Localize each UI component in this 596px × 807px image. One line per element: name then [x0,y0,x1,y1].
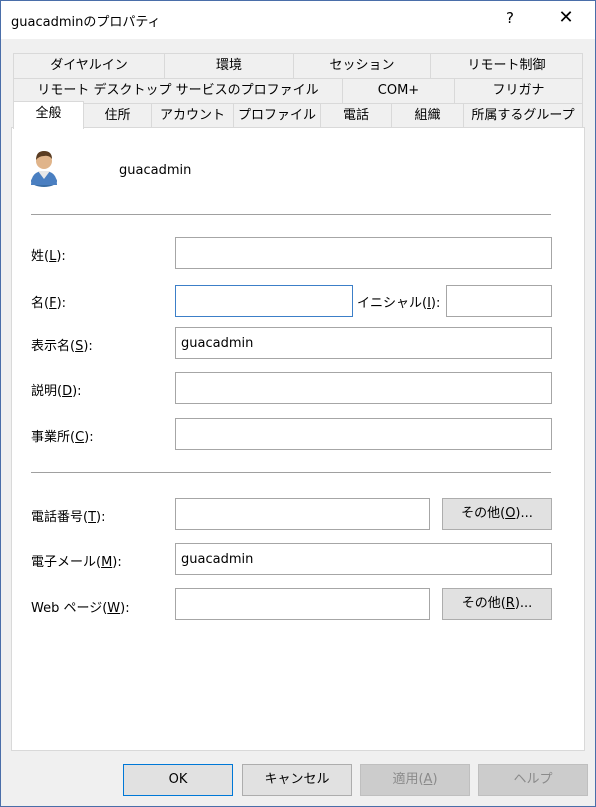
office-field[interactable] [175,418,552,450]
tab-organization[interactable]: 組織 [391,103,464,128]
close-icon[interactable]: ✕ [557,7,575,28]
display-name-field[interactable] [175,327,552,359]
tab-account[interactable]: アカウント [151,103,234,128]
initials-label: イニシャル(I): [357,296,441,311]
webpage-field[interactable] [175,588,430,620]
properties-dialog: guacadminのプロパティ ? ✕ ダイヤルイン 環境 セッション リモート… [0,0,596,807]
display-name-label: 表示名(S): [31,339,93,354]
user-icon [31,151,57,187]
window-title: guacadminのプロパティ [11,15,161,30]
tab-rds-profile[interactable]: リモート デスクトップ サービスのプロファイル [13,78,343,103]
office-label: 事業所(C): [31,430,94,445]
other-webpage-button[interactable]: その他(R)... [442,588,552,620]
first-name-label: 名(F): [31,296,67,311]
tab-furigana[interactable]: フリガナ [454,78,583,103]
tab-sessions[interactable]: セッション [293,53,431,78]
description-label: 説明(D): [31,384,82,399]
tab-telephones[interactable]: 電話 [320,103,392,128]
cancel-button[interactable]: キャンセル [242,764,352,796]
initials-field[interactable] [446,285,552,317]
last-name-label: 姓(L): [31,249,66,264]
apply-button[interactable]: 適用(A) [360,764,470,796]
title-bar: guacadminのプロパティ ? ✕ [1,1,595,39]
tab-remote-control[interactable]: リモート制御 [430,53,583,78]
account-name: guacadmin [119,163,192,178]
divider [31,214,551,215]
tab-member-of[interactable]: 所属するグループ [463,103,583,128]
email-label: 電子メール(M): [31,555,122,570]
email-field[interactable] [175,543,552,575]
divider [31,472,551,473]
webpage-label: Web ページ(W): [31,601,130,616]
tab-environment[interactable]: 環境 [164,53,294,78]
telephone-field[interactable] [175,498,430,530]
last-name-field[interactable] [175,237,552,269]
help-icon[interactable]: ? [501,9,519,27]
telephone-label: 電話番号(T): [31,510,106,525]
tab-com-plus[interactable]: COM+ [342,78,455,103]
tab-dialin[interactable]: ダイヤルイン [13,53,165,78]
tab-profile[interactable]: プロファイル [233,103,321,128]
description-field[interactable] [175,372,552,404]
ok-button[interactable]: OK [123,764,233,796]
tab-address[interactable]: 住所 [83,103,152,128]
help-button[interactable]: ヘルプ [478,764,588,796]
first-name-field[interactable] [175,285,353,317]
other-telephone-button[interactable]: その他(O)... [442,498,552,530]
tab-general[interactable]: 全般 [13,101,84,129]
